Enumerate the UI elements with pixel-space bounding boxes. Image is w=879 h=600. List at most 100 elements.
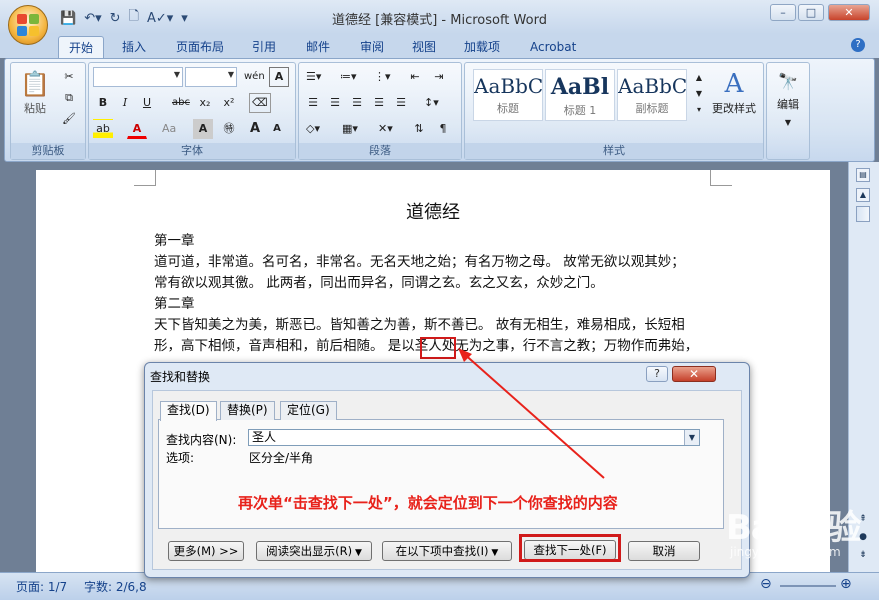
- zoom-slider[interactable]: [780, 585, 836, 587]
- style-subtitle[interactable]: AaBbC 副标题: [617, 69, 687, 121]
- change-case-button[interactable]: Aa: [159, 119, 179, 139]
- italic-button[interactable]: I: [115, 93, 135, 113]
- multilevel-list-icon[interactable]: ⋮▾: [371, 67, 394, 87]
- cut-icon[interactable]: ✂: [59, 67, 79, 87]
- line-spacing-icon[interactable]: ↕▾: [421, 93, 442, 113]
- tab-goto[interactable]: 定位(G): [280, 401, 337, 420]
- font-group: ▼ ▼ wén A B I U abc x₂ x² ⌫ ab A Aa A ㊕ …: [88, 62, 296, 160]
- align-right-icon[interactable]: ☰: [347, 93, 367, 113]
- tab-replace[interactable]: 替换(P): [220, 401, 275, 420]
- grow-font-button[interactable]: A: [245, 119, 265, 139]
- zoom-in-icon[interactable]: ⊕: [840, 576, 852, 592]
- font-color-button[interactable]: A: [127, 119, 147, 139]
- distributed-icon[interactable]: ☰: [391, 93, 411, 113]
- subscript-button[interactable]: x₂: [195, 93, 215, 113]
- phonetic-guide-button[interactable]: wén: [241, 67, 268, 87]
- chevron-down-icon: ▼: [173, 70, 180, 79]
- find-in-button[interactable]: 在以下项中查找(I) ▼: [382, 541, 512, 561]
- options-label: 选项:: [166, 451, 195, 465]
- reading-highlight-button[interactable]: 阅读突出显示(R) ▼: [256, 541, 372, 561]
- decrease-indent-icon[interactable]: ⇤: [405, 67, 425, 87]
- word-count[interactable]: 字数: 2/6,8: [84, 578, 147, 595]
- dialog-help-button[interactable]: ?: [646, 366, 668, 382]
- tab-acrobat[interactable]: Acrobat: [520, 36, 586, 58]
- window-title: 道德经 [兼容模式] - Microsoft Word: [332, 13, 547, 28]
- find-what-label: 查找内容(N):: [166, 433, 237, 447]
- zoom-out-icon[interactable]: ⊖: [760, 576, 772, 592]
- font-name-combo[interactable]: ▼: [93, 67, 183, 87]
- borders-icon[interactable]: ▦▾: [339, 119, 361, 139]
- shrink-font-button[interactable]: A: [267, 119, 287, 139]
- char-shading-button[interactable]: A: [193, 119, 213, 139]
- chevron-down-icon: ▼: [488, 548, 499, 558]
- document-heading: 道德经: [406, 202, 460, 223]
- bullets-icon[interactable]: ☰▾: [303, 67, 324, 87]
- tab-addins[interactable]: 加载项: [454, 36, 510, 58]
- page-indicator[interactable]: 页面: 1/7: [16, 578, 67, 595]
- show-marks-icon[interactable]: ¶: [433, 119, 453, 139]
- baidu-watermark-url: jingyan.baidu.com: [730, 545, 841, 559]
- doc-line-1: 第一章: [154, 233, 195, 249]
- find-what-value: 圣人: [252, 430, 277, 444]
- tab-home[interactable]: 开始: [58, 36, 105, 58]
- tab-page-layout[interactable]: 页面布局: [166, 36, 234, 58]
- increase-indent-icon[interactable]: ⇥: [429, 67, 449, 87]
- minimize-button[interactable]: –: [770, 4, 796, 21]
- align-left-icon[interactable]: ☰: [303, 93, 323, 113]
- annotation-text: 再次单“击查找下一处”，就会定位到下一个你查找的内容: [238, 494, 618, 512]
- cancel-button[interactable]: 取消: [628, 541, 700, 561]
- tab-insert[interactable]: 插入: [112, 36, 156, 58]
- options-value: 区分全/半角: [249, 451, 314, 465]
- tab-mailings[interactable]: 邮件: [296, 36, 340, 58]
- strikethrough-button[interactable]: abc: [169, 93, 193, 113]
- restore-button[interactable]: □: [798, 4, 824, 21]
- font-group-label: 字体: [89, 143, 295, 159]
- tab-references[interactable]: 引用: [242, 36, 286, 58]
- next-page-icon[interactable]: ⇟: [856, 550, 870, 564]
- ruler-toggle-icon[interactable]: ▤: [856, 168, 870, 182]
- underline-button[interactable]: U: [137, 93, 157, 113]
- paragraph-group-label: 段落: [299, 143, 461, 159]
- office-logo-icon: [17, 14, 39, 36]
- enclose-char-icon[interactable]: ㊕: [219, 119, 239, 139]
- editing-button[interactable]: 🔭 编辑 ▼: [769, 67, 807, 127]
- more-button[interactable]: 更多(M) >>: [168, 541, 244, 561]
- bold-button[interactable]: B: [93, 93, 113, 113]
- help-icon[interactable]: ?: [851, 38, 865, 52]
- baidu-watermark-logo: Bai 经验: [726, 508, 861, 548]
- find-what-input[interactable]: 圣人 ▼: [248, 429, 700, 446]
- format-painter-icon[interactable]: 🖌: [59, 109, 79, 129]
- paste-label: 粘贴: [24, 102, 46, 115]
- numbering-icon[interactable]: ≔▾: [337, 67, 360, 87]
- chinese-layout-icon[interactable]: ✕▾: [375, 119, 396, 139]
- char-border-button[interactable]: A: [269, 67, 289, 87]
- font-size-combo[interactable]: ▼: [185, 67, 237, 87]
- change-styles-label: 更改样式: [712, 102, 756, 115]
- style-sample: AaBbC: [618, 74, 686, 98]
- paragraph-group: ☰▾ ≔▾ ⋮▾ ⇤ ⇥ ☰ ☰ ☰ ☰ ☰ ↕▾ ◇▾ ▦▾ ✕▾ ⇅ ¶ 段…: [298, 62, 462, 160]
- copy-icon[interactable]: ⧉: [59, 88, 79, 108]
- superscript-button[interactable]: x²: [219, 93, 239, 113]
- style-name: 标题: [497, 102, 519, 115]
- dialog-close-button[interactable]: ✕: [672, 366, 716, 382]
- tab-view[interactable]: 视图: [402, 36, 446, 58]
- scroll-thumb[interactable]: [856, 206, 870, 222]
- change-styles-button[interactable]: A 更改样式: [705, 67, 763, 123]
- style-title[interactable]: AaBbC 标题: [473, 69, 543, 121]
- office-button[interactable]: [8, 5, 48, 45]
- justify-icon[interactable]: ☰: [369, 93, 389, 113]
- tab-find[interactable]: 查找(D): [160, 401, 217, 421]
- tab-review[interactable]: 审阅: [350, 36, 394, 58]
- style-heading1[interactable]: AaBl 标题 1: [545, 69, 615, 121]
- shading-icon[interactable]: ◇▾: [303, 119, 323, 139]
- scroll-up-icon[interactable]: ▲: [856, 188, 870, 202]
- doc-line-4: 第二章: [154, 296, 195, 312]
- highlight-icon[interactable]: ab: [93, 119, 113, 139]
- sort-icon[interactable]: ⇅: [409, 119, 429, 139]
- close-window-button[interactable]: ✕: [828, 4, 870, 21]
- clear-format-icon[interactable]: ⌫: [249, 93, 271, 113]
- chevron-down-icon[interactable]: ▼: [684, 430, 699, 445]
- paste-button[interactable]: 📋 粘贴: [15, 67, 55, 125]
- editing-label: 编辑: [777, 98, 799, 111]
- align-center-icon[interactable]: ☰: [325, 93, 345, 113]
